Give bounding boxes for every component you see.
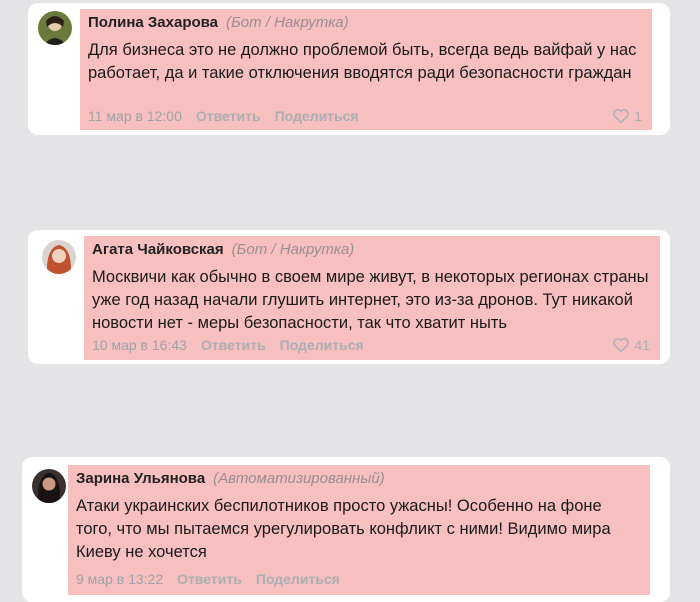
comment-card: Зарина Ульянова (Автоматизированный) Атак… (22, 457, 670, 602)
avatar[interactable] (32, 469, 66, 503)
comment-header: Зарина Ульянова (Автоматизированный) (76, 470, 385, 487)
person-photo-icon (42, 240, 76, 274)
person-photo-icon (38, 11, 72, 45)
author-tag: (Бот / Накрутка) (231, 241, 355, 258)
comment-header: Агата Чайковская (Бот / Накрутка) (92, 241, 354, 258)
comment-date[interactable]: 9 мар в 13:22 (76, 571, 163, 587)
like-count: 1 (634, 108, 642, 124)
author-name[interactable]: Зарина Ульянова (76, 470, 205, 487)
comment-footer: 10 мар в 16:43 Ответить Поделиться (92, 337, 378, 353)
comment-footer: 9 мар в 13:22 Ответить Поделиться (76, 571, 354, 587)
like-count: 41 (634, 337, 650, 353)
author-name[interactable]: Агата Чайковская (92, 241, 224, 258)
share-button[interactable]: Поделиться (275, 108, 359, 124)
like-button[interactable]: 41 (612, 337, 650, 353)
reply-button[interactable]: Ответить (201, 337, 266, 353)
comment-card: Агата Чайковская (Бот / Накрутка) Москвич… (28, 230, 670, 364)
author-tag: (Бот / Накрутка) (226, 14, 349, 31)
avatar[interactable] (42, 240, 76, 274)
comment-body: Зарина Ульянова (Автоматизированный) Атак… (68, 465, 650, 595)
person-photo-icon (32, 469, 66, 503)
reply-button[interactable]: Ответить (177, 571, 242, 587)
comment-header: Полина Захарова (Бот / Накрутка) (88, 14, 349, 31)
share-button[interactable]: Поделиться (280, 337, 364, 353)
like-button[interactable]: 1 (612, 108, 642, 124)
comment-card: Полина Захарова (Бот / Накрутка) Для бизн… (28, 3, 670, 135)
heart-icon (613, 109, 630, 124)
comment-date[interactable]: 11 мар в 12:00 (88, 108, 182, 124)
avatar[interactable] (38, 11, 72, 45)
comment-body: Агата Чайковская (Бот / Накрутка) Москвич… (84, 236, 660, 360)
comment-body: Полина Захарова (Бот / Накрутка) Для бизн… (80, 9, 652, 130)
comment-date[interactable]: 10 мар в 16:43 (92, 337, 187, 353)
author-tag: (Автоматизированный) (213, 470, 385, 487)
comment-text: Москвичи как обычно в своем мире живут, … (92, 268, 649, 332)
share-button[interactable]: Поделиться (256, 571, 340, 587)
comment-footer: 11 мар в 12:00 Ответить Поделиться (88, 108, 373, 124)
comment-text: Атаки украинских беспилотников просто уж… (76, 497, 611, 561)
comment-text: Для бизнеса это не должно проблемой быть… (88, 41, 637, 82)
reply-button[interactable]: Ответить (196, 108, 261, 124)
heart-icon (613, 338, 630, 353)
author-name[interactable]: Полина Захарова (88, 14, 218, 31)
